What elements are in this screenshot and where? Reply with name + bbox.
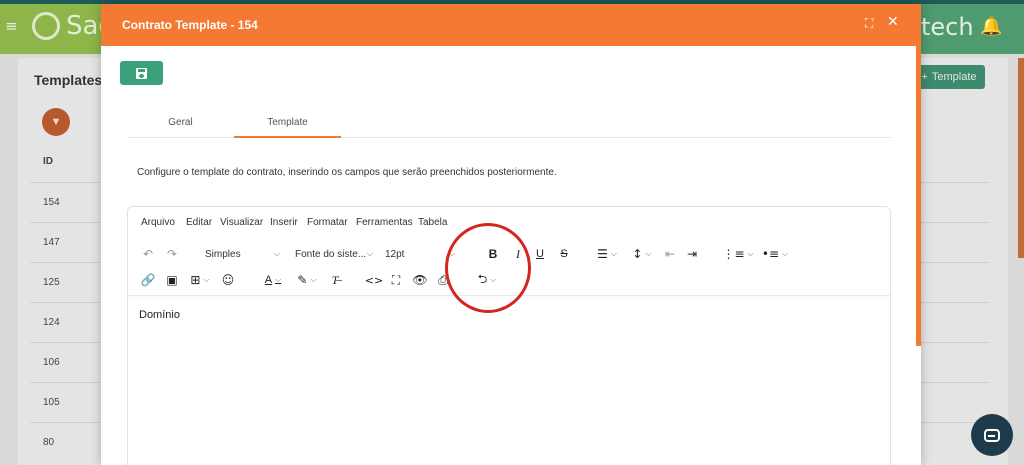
text-color-icon[interactable]: A ⌵ xyxy=(258,271,288,289)
add-template-button[interactable]: + Template xyxy=(913,65,985,89)
table-row[interactable]: 80 xyxy=(30,422,100,462)
font-size-value: 12pt xyxy=(385,248,405,260)
align-left-icon[interactable]: ☰ ⌵ xyxy=(594,245,620,263)
block-format-value: Simples xyxy=(205,248,241,260)
table-row[interactable]: 124 xyxy=(30,302,100,342)
menu-visualizar[interactable]: Visualizar xyxy=(220,217,263,228)
description-text: Configure o template do contrato, inseri… xyxy=(137,167,557,178)
editor-content-text: Domínio xyxy=(139,309,180,321)
table-row[interactable]: 125 xyxy=(30,262,100,302)
row-divider xyxy=(920,342,990,343)
fullscreen-icon[interactable]: ⛶ xyxy=(388,271,404,289)
id-column-header: ID xyxy=(43,156,53,167)
strikethrough-icon[interactable]: S xyxy=(557,245,571,263)
modal-scrollbar[interactable] xyxy=(916,46,921,346)
highlight-icon[interactable]: ✎ ⌵ xyxy=(292,271,322,289)
chat-button[interactable] xyxy=(971,414,1013,456)
close-icon[interactable]: ✕ xyxy=(887,14,899,30)
plus-icon: + xyxy=(921,71,928,83)
outdent-icon[interactable]: ⇤ xyxy=(662,245,678,263)
table-row[interactable]: 105 xyxy=(30,382,100,422)
emoji-icon[interactable]: ☺ xyxy=(220,271,236,289)
brand-text-tail: tech xyxy=(921,13,974,41)
row-divider xyxy=(920,262,990,263)
indent-icon[interactable]: ⇥ xyxy=(684,245,700,263)
numbered-list-icon[interactable]: ⋮≡ ⌵ xyxy=(722,245,753,263)
chevron-down-icon: ⌵ xyxy=(366,249,373,258)
table-row[interactable]: 147 xyxy=(30,222,100,262)
expand-icon[interactable]: ⛶ xyxy=(865,16,873,31)
add-template-label: Template xyxy=(931,71,977,83)
chat-icon xyxy=(984,428,1000,442)
clear-formatting-icon[interactable]: T̶ xyxy=(327,271,343,289)
block-format-select[interactable]: Simples ⌵ xyxy=(200,244,285,264)
row-divider xyxy=(920,302,990,303)
tabs: Geral Template xyxy=(127,110,891,138)
image-icon[interactable]: ▣ xyxy=(164,271,180,289)
chevron-down-icon: ⌵ xyxy=(273,249,280,258)
menu-arquivo[interactable]: Arquivo xyxy=(141,217,175,228)
bullet-list-icon[interactable]: •≡ ⌵ xyxy=(760,245,790,263)
font-family-select[interactable]: Fonte do siste... ⌵ xyxy=(290,244,378,264)
annotation-circle xyxy=(445,223,531,313)
menu-icon[interactable]: ≡ xyxy=(5,17,18,35)
modal-header: Contrato Template - 154 ⛶ ✕ xyxy=(101,4,921,46)
filter-button[interactable]: ▼ xyxy=(42,108,70,136)
row-divider xyxy=(920,222,990,223)
eye-icon[interactable]: 👁 xyxy=(411,271,429,289)
menu-formatar[interactable]: Formatar xyxy=(307,217,348,228)
page-title: Templates xyxy=(34,72,103,88)
menu-tabela[interactable]: Tabela xyxy=(418,217,447,228)
modal-title: Contrato Template - 154 xyxy=(122,18,258,32)
underline-icon[interactable]: U xyxy=(533,245,547,263)
filter-icon: ▼ xyxy=(50,116,62,128)
bell-icon[interactable]: 🔔 xyxy=(980,16,1002,37)
undo-icon[interactable]: ↶ xyxy=(140,245,156,263)
table-row[interactable]: 106 xyxy=(30,342,100,382)
save-button[interactable] xyxy=(120,61,163,85)
line-height-icon[interactable]: ↕ ⌵ xyxy=(628,245,656,263)
table-row[interactable]: 154 xyxy=(30,182,100,222)
row-divider xyxy=(920,382,990,383)
font-family-value: Fonte do siste... xyxy=(295,248,367,260)
link-icon[interactable]: 🔗 xyxy=(140,271,156,289)
menu-ferramentas[interactable]: Ferramentas xyxy=(356,217,413,228)
redo-icon[interactable]: ↷ xyxy=(164,245,180,263)
menu-editar[interactable]: Editar xyxy=(186,217,212,228)
menu-inserir[interactable]: Inserir xyxy=(270,217,298,228)
brand-logo xyxy=(32,12,60,40)
save-icon xyxy=(136,67,147,79)
editor-content[interactable]: Domínio xyxy=(139,309,180,321)
code-icon[interactable]: <> xyxy=(365,271,383,289)
tab-geral[interactable]: Geral xyxy=(127,110,234,138)
page-scrollbar[interactable] xyxy=(1018,58,1024,258)
tab-template[interactable]: Template xyxy=(234,110,341,138)
table-icon[interactable]: ⊞ ⌵ xyxy=(186,271,214,289)
row-divider xyxy=(920,182,990,183)
